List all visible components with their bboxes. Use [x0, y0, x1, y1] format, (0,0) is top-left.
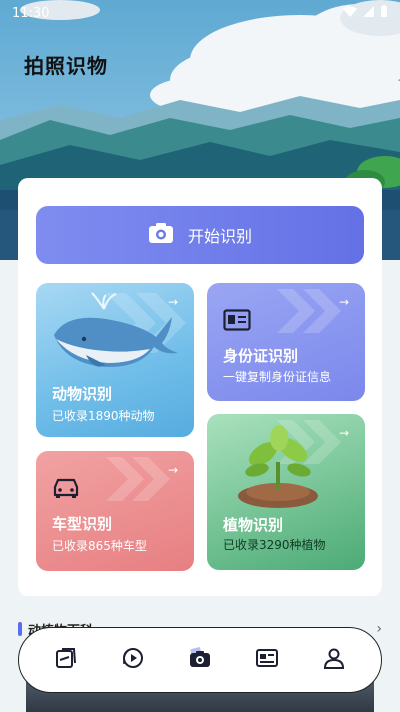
car-recognition-tile[interactable]: → 车型识别 已收录865种车型 [36, 451, 194, 571]
tab-camera[interactable] [185, 645, 215, 675]
document-icon [255, 646, 279, 674]
plant-recognition-tile[interactable]: → 植物识别 已收录3290种植物 [207, 414, 365, 570]
start-recognition-button[interactable]: 开始识别 [36, 206, 364, 264]
wifi-icon [343, 6, 357, 21]
id-card-recognition-tile[interactable]: → 身份证识别 一键复制身份证信息 [207, 283, 365, 401]
car-icon [52, 477, 80, 503]
tab-profile[interactable] [319, 645, 349, 675]
arrow-right-icon: → [338, 295, 349, 309]
car-tile-subtitle: 已收录865种车型 [52, 539, 147, 553]
arrow-right-icon: → [167, 463, 178, 477]
album-icon [54, 646, 78, 674]
battery-icon [380, 5, 388, 21]
profile-icon [322, 646, 346, 674]
tab-video[interactable] [118, 645, 148, 675]
camera-icon [148, 222, 174, 248]
start-recognition-label: 开始识别 [187, 227, 252, 246]
animal-tile-subtitle: 已收录1890种动物 [52, 409, 155, 423]
car-tile-title: 车型识别 [52, 515, 113, 533]
plant-tile-subtitle: 已收录3290种植物 [223, 538, 326, 552]
status-bar: 11:30 [0, 0, 400, 26]
status-time: 11:30 [12, 5, 50, 21]
signal-icon [363, 5, 374, 21]
tab-album[interactable] [51, 645, 81, 675]
chevron-right-icon[interactable]: › [376, 621, 382, 637]
page-title: 拍照识物 [24, 54, 108, 78]
bottom-tab-bar [18, 627, 382, 693]
id-card-icon [223, 309, 251, 335]
section-accent-bar [18, 622, 22, 636]
plant-illustration [233, 424, 323, 514]
arrow-right-icon: → [338, 426, 349, 440]
camera-icon [188, 646, 212, 674]
animal-recognition-tile[interactable]: → 动物识别 已收录1890种动物 [36, 283, 194, 437]
recognition-panel: 开始识别 → 动物识别 已收录1890种动物 → 身份证识别 一键复制身份证信息… [18, 178, 382, 596]
plant-tile-title: 植物识别 [223, 516, 284, 534]
video-icon [121, 646, 145, 674]
tab-documents[interactable] [252, 645, 282, 675]
id-card-tile-title: 身份证识别 [223, 347, 299, 365]
id-card-tile-subtitle: 一键复制身份证信息 [223, 370, 332, 384]
animal-tile-title: 动物识别 [52, 385, 113, 403]
whale-illustration [46, 291, 186, 385]
